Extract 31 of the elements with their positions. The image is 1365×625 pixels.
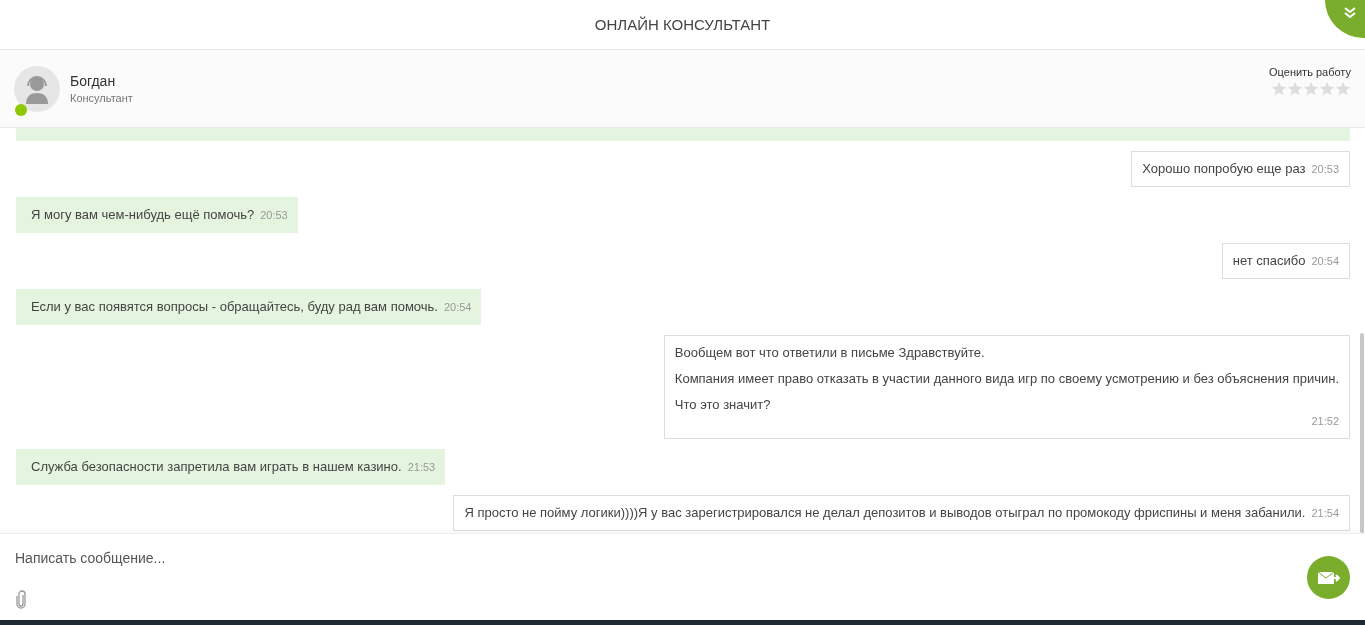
message-time: 20:53 [260,208,288,223]
headset-person-icon [23,73,51,104]
scrollbar[interactable] [1360,333,1364,533]
agent-name: Богдан [70,73,117,89]
rating-label: Оценить работу [1269,66,1351,78]
message-text: Хорошо попробую еще раз [1142,161,1306,177]
agent-role: Консультант [70,92,134,104]
message-text: нет спасибо [1232,253,1306,269]
double-chevron-icon [1343,6,1357,20]
message-time: 20:54 [443,300,472,315]
chat-title: ОНЛАЙН КОНСУЛЬТАНТ [594,16,771,33]
paperclip-icon[interactable] [15,590,27,610]
message-time: 21:52 [1311,414,1339,429]
message-text: Я могу вам чем-нибудь ещё помочь? [31,207,255,223]
message-text: Что это значит? [674,397,772,413]
message-text: Служба безопасности запретила вам играть в нашем казино. [31,459,402,475]
envelope-icon [1317,570,1340,585]
star-icon[interactable] [1319,81,1335,97]
message-text: Вообщем вот что ответили в письме Здравствуйте. [674,345,986,361]
message-text: Я просто не пойму логики))))Я у вас зарегистрировался не делал депозитов и выводов отыграл по промокоду фриспины и меня забанили. [464,505,1306,521]
message-time: 20:54 [1311,254,1339,269]
star-icon[interactable] [1303,81,1319,97]
star-icon[interactable] [1271,81,1287,97]
message-time: 21:54 [1311,506,1339,521]
message-text: Компания имеет право отказать в участии данного вида игр по своему усмотрению и без объяснения причин. [674,371,1339,387]
message-time: 21:53 [407,460,436,475]
star-icon[interactable] [1335,81,1351,97]
send-button[interactable] [1307,556,1350,599]
star-icon[interactable] [1287,81,1303,97]
message-text: Если у вас появятся вопросы - обращайтесь, буду рад вам помочь. [31,299,438,315]
message-time: 20:53 [1311,162,1339,177]
